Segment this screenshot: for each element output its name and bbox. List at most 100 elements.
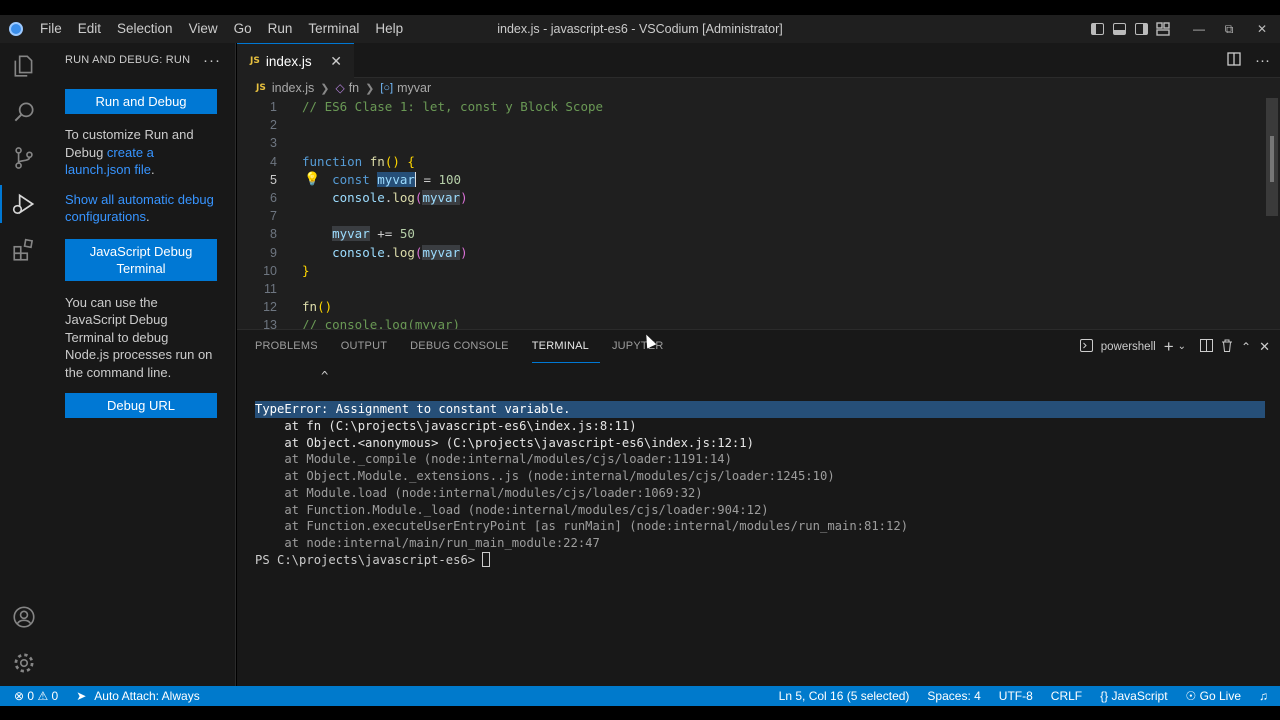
more-actions-icon[interactable]: ···: [203, 52, 221, 69]
terminal-line: at Function.Module._load (node:internal/…: [255, 502, 769, 517]
terminal-icon: [1079, 338, 1093, 355]
menu-file[interactable]: File: [32, 15, 70, 43]
cursor-position-status[interactable]: Ln 5, Col 16 (5 selected): [770, 686, 919, 706]
code-line: 6 console.log(myvar): [270, 190, 468, 205]
code-editor[interactable]: 1 // ES6 Clase 1: let, const y Block Sco…: [237, 98, 1280, 329]
menu-run[interactable]: Run: [260, 15, 301, 43]
terminal-cursor: [482, 551, 491, 567]
variable-icon: [○]: [380, 82, 394, 94]
tab-output[interactable]: OUTPUT: [341, 330, 398, 363]
close-tab-icon[interactable]: ✕: [330, 53, 342, 70]
code-line: 9 console.log(myvar): [270, 244, 468, 260]
code-line: 2: [270, 118, 277, 133]
encoding-status[interactable]: UTF-8: [990, 686, 1042, 706]
explorer-icon[interactable]: [0, 43, 47, 89]
source-control-icon[interactable]: [0, 135, 47, 181]
code-line: 7: [270, 209, 277, 224]
code-line: 4 function fn() {: [270, 153, 415, 169]
warning-icon: ⚠: [37, 689, 49, 703]
code-line: 12 fn(): [263, 299, 333, 315]
new-terminal-icon[interactable]: +: [1164, 337, 1174, 357]
activity-bar: [0, 43, 47, 686]
terminal-line: at Module._compile (node:internal/module…: [255, 452, 732, 467]
javascript-file-icon: JS: [250, 56, 260, 66]
problems-status[interactable]: ⊗ 0 ⚠ 0: [0, 686, 67, 706]
terminal-line: at Object.<anonymous> (C:\projects\javas…: [255, 435, 754, 450]
sidebar-title: RUN AND DEBUG: RUN: [65, 54, 191, 66]
menu-go[interactable]: Go: [226, 15, 260, 43]
top-letterbox: [0, 0, 1280, 15]
tab-problems[interactable]: PROBLEMS: [255, 330, 329, 363]
notifications-bell-icon[interactable]: ♫: [1250, 686, 1280, 706]
close-window-icon[interactable]: ✕: [1244, 15, 1280, 43]
terminal-output[interactable]: ^ TypeError: Assignment to constant vari…: [255, 368, 1265, 568]
function-icon: ◇: [335, 81, 345, 95]
maximize-panel-icon[interactable]: ⌃: [1241, 340, 1251, 354]
eol-status[interactable]: CRLF: [1042, 686, 1091, 706]
split-terminal-icon[interactable]: [1200, 338, 1214, 355]
terminal-line: at Function.executeUserEntryPoint [as ru…: [255, 519, 909, 534]
terminal-shell-name[interactable]: powershell: [1101, 341, 1156, 353]
title-bar: File Edit Selection View Go Run Terminal…: [0, 15, 1280, 43]
debug-url-button[interactable]: Debug URL: [65, 393, 217, 418]
terminal-line: ^: [255, 369, 329, 383]
toggle-secondary-sidebar-icon[interactable]: [1130, 15, 1152, 43]
tab-index-js[interactable]: JS index.js ✕: [237, 43, 354, 78]
toggle-panel-icon[interactable]: [1108, 15, 1130, 43]
terminal-line: at fn (C:\projects\javascript-es6\index.…: [255, 419, 637, 434]
toggle-sidebar-icon[interactable]: [1086, 15, 1108, 43]
search-icon[interactable]: [0, 89, 47, 135]
code-line: 10 }: [263, 262, 310, 278]
auto-attach-status[interactable]: ➤ Auto Attach: Always: [67, 686, 208, 706]
overview-ruler-mark: [1270, 136, 1274, 182]
terminal-prompt[interactable]: PS C:\projects\javascript-es6>: [255, 551, 1265, 569]
code-line: 11: [264, 282, 277, 296]
show-all-text: Show all automatic debug configurations.: [65, 191, 214, 225]
chevron-down-icon[interactable]: ⌄: [1178, 341, 1186, 352]
run-and-debug-button[interactable]: Run and Debug: [65, 89, 217, 114]
customize-text: To customize Run and Debug create a laun…: [65, 127, 194, 177]
terminal-line: at node:internal/main/run_main_module:22…: [255, 535, 600, 550]
code-line: 1 // ES6 Clase 1: let, const y Block Sco…: [270, 99, 604, 114]
broadcast-icon: ☉: [1185, 689, 1197, 703]
chevron-right-icon: ❯: [365, 82, 375, 95]
close-panel-icon[interactable]: ✕: [1259, 339, 1270, 355]
javascript-debug-terminal-button[interactable]: JavaScript Debug Terminal: [65, 238, 217, 281]
account-icon[interactable]: [0, 594, 47, 640]
more-editor-actions-icon[interactable]: ···: [1255, 52, 1270, 69]
menu-view[interactable]: View: [181, 15, 226, 43]
indentation-status[interactable]: Spaces: 4: [918, 686, 989, 706]
bottom-panel: PROBLEMS OUTPUT DEBUG CONSOLE TERMINAL J…: [237, 329, 1280, 686]
lightbulb-icon[interactable]: 💡: [304, 171, 320, 187]
tab-label: index.js: [265, 53, 312, 69]
go-live-status[interactable]: ☉ Go Live: [1177, 686, 1250, 706]
menu-selection[interactable]: Selection: [109, 15, 181, 43]
settings-gear-icon[interactable]: [0, 640, 47, 686]
language-status[interactable]: {} JavaScript: [1091, 686, 1176, 706]
menu-terminal[interactable]: Terminal: [300, 15, 367, 43]
run-debug-icon[interactable]: [0, 181, 47, 227]
tab-terminal[interactable]: TERMINAL: [531, 330, 600, 363]
tab-debug-console[interactable]: DEBUG CONSOLE: [410, 330, 520, 363]
show-all-configurations-link[interactable]: Show all automatic debug configurations: [65, 192, 214, 225]
restore-icon[interactable]: ⧉: [1214, 15, 1244, 43]
customize-layout-icon[interactable]: [1152, 15, 1174, 43]
trash-icon[interactable]: [1221, 339, 1233, 355]
terminal-line: at Object.Module._extensions..js (node:i…: [255, 469, 835, 484]
chevron-right-icon: ❯: [320, 82, 330, 95]
bottom-letterbox: [0, 706, 1280, 720]
split-editor-icon[interactable]: [1227, 52, 1241, 69]
breadcrumb-function[interactable]: fn: [349, 81, 359, 95]
app-logo-icon[interactable]: [0, 15, 32, 43]
menu-edit[interactable]: Edit: [70, 15, 109, 43]
breadcrumb-variable[interactable]: myvar: [397, 81, 431, 95]
run-debug-sidebar: RUN AND DEBUG: RUN ··· Run and Debug To …: [47, 43, 236, 686]
terminal-error-line: TypeError: Assignment to constant variab…: [255, 401, 1265, 419]
breadcrumb-file[interactable]: index.js: [272, 81, 314, 95]
menu-help[interactable]: Help: [367, 15, 411, 43]
extensions-icon[interactable]: [0, 227, 47, 273]
js-debug-terminal-description: You can use the JavaScript Debug Termina…: [65, 294, 213, 380]
terminal-line: at Module.load (node:internal/modules/cj…: [255, 485, 703, 500]
minimize-icon[interactable]: —: [1184, 15, 1214, 43]
